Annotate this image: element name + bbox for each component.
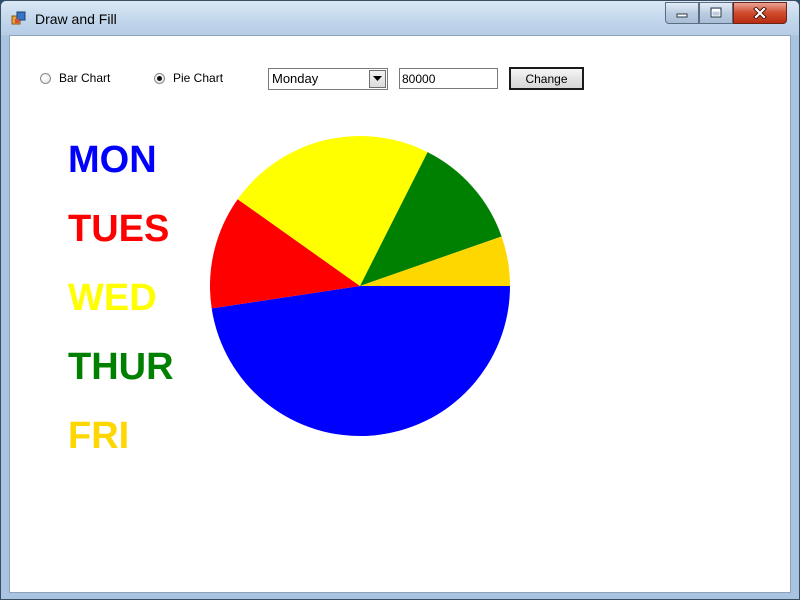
pie-chart bbox=[210, 136, 511, 436]
bar-chart-radio-circle[interactable] bbox=[40, 72, 51, 84]
maximize-icon bbox=[710, 7, 722, 18]
change-button[interactable]: Change bbox=[509, 67, 584, 90]
window-title: Draw and Fill bbox=[35, 11, 117, 27]
legend-label-wed: WED bbox=[68, 277, 157, 319]
bar-chart-radio-label[interactable]: Bar Chart bbox=[59, 71, 110, 85]
dropdown-button[interactable] bbox=[369, 70, 386, 88]
day-select-value: Monday bbox=[272, 71, 319, 86]
close-button[interactable] bbox=[733, 2, 787, 24]
pie-chart-radio-circle[interactable] bbox=[154, 72, 165, 84]
maximize-button[interactable] bbox=[699, 2, 733, 24]
pie-slice-mon bbox=[211, 286, 511, 436]
legend-label-thur: THUR bbox=[68, 346, 174, 388]
title-bar[interactable]: Draw and Fill bbox=[1, 1, 799, 35]
app-window: Draw and Fill Bar Chart Pie Chart Monday… bbox=[0, 0, 800, 600]
value-input[interactable] bbox=[399, 68, 498, 89]
minimize-button[interactable] bbox=[665, 2, 699, 24]
close-icon bbox=[753, 7, 767, 19]
pie-chart-radio-label[interactable]: Pie Chart bbox=[173, 71, 223, 85]
chevron-down-icon bbox=[373, 76, 382, 81]
day-select[interactable]: Monday bbox=[268, 68, 388, 90]
legend-label-fri: FRI bbox=[68, 415, 130, 457]
legend-label-tues: TUES bbox=[68, 208, 170, 250]
minimize-icon bbox=[676, 13, 688, 18]
client-area: Bar Chart Pie Chart Monday Change MON TUE… bbox=[9, 35, 791, 593]
app-icon bbox=[11, 11, 26, 25]
legend-label-mon: MON bbox=[68, 139, 157, 181]
pie-chart-radio[interactable]: Pie Chart bbox=[154, 71, 223, 85]
bar-chart-radio[interactable]: Bar Chart bbox=[40, 71, 110, 85]
